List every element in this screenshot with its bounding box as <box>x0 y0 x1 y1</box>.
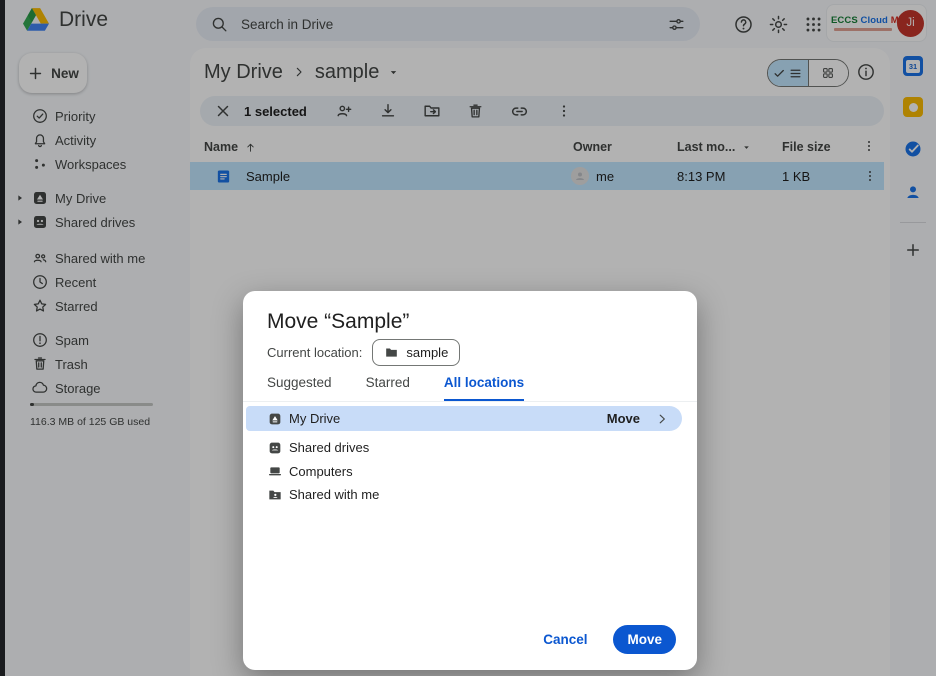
location-row-shared-with-me[interactable]: Shared with me <box>243 483 697 507</box>
move-dialog: Move “Sample” Current location: sample S… <box>243 291 697 670</box>
tab-starred[interactable]: Starred <box>366 375 410 402</box>
tabs-divider <box>243 401 697 402</box>
open-folder-chevron-icon[interactable] <box>655 412 669 426</box>
computers-icon <box>267 463 283 479</box>
current-location-chip[interactable]: sample <box>372 339 460 366</box>
google-drive-app: Drive Search in Drive <box>0 0 936 676</box>
current-location-name: sample <box>406 345 448 360</box>
shared-drives-icon <box>267 440 283 456</box>
move-button[interactable]: Move <box>613 625 676 654</box>
location-row-shared-drives[interactable]: Shared drives <box>243 436 697 460</box>
current-location-row: Current location: sample <box>267 339 460 365</box>
dialog-actions: Cancel Move <box>535 625 676 654</box>
location-row-computers[interactable]: Computers <box>243 460 697 484</box>
location-list: My Drive Move Shared drives Computers <box>243 406 697 507</box>
dialog-title: Move “Sample” <box>267 310 409 334</box>
my-drive-icon <box>267 411 283 427</box>
tab-all-locations[interactable]: All locations <box>444 375 524 402</box>
folder-icon <box>384 345 399 360</box>
shared-with-me-folder-icon <box>267 487 283 503</box>
tab-suggested[interactable]: Suggested <box>267 375 332 402</box>
row-move-action[interactable]: Move <box>607 411 640 426</box>
dialog-tabs: Suggested Starred All locations <box>267 375 524 402</box>
current-location-label: Current location: <box>267 345 362 360</box>
cancel-button[interactable]: Cancel <box>535 626 595 653</box>
location-row-my-drive[interactable]: My Drive Move <box>246 406 682 431</box>
